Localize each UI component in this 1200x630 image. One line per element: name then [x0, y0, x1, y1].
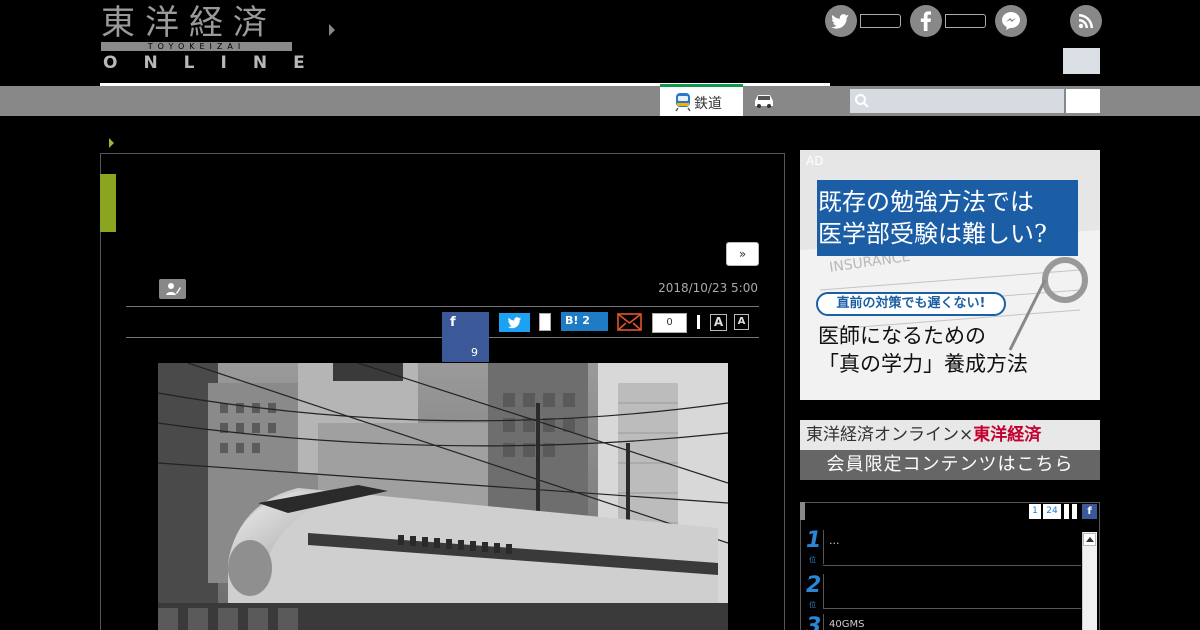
facebook-icon[interactable] [910, 5, 942, 37]
facebook-share-count: 9 [471, 346, 478, 359]
author-icon[interactable] [159, 279, 186, 299]
car-icon[interactable] [752, 92, 776, 108]
title-accent-bar [100, 174, 116, 232]
rss-icon[interactable] [1070, 5, 1102, 37]
separator [697, 315, 700, 329]
tab-railway[interactable]: 鉄道 [660, 84, 743, 116]
site-logo[interactable]: 東洋経済 TOYOKEIZAI ONLINE [101, 3, 305, 72]
members-banner[interactable]: 東洋経済オンライン×東洋経済 会員限定コンテンツはこちら [800, 420, 1100, 480]
divider [126, 306, 759, 307]
ranking-facebook-icon[interactable]: f [1082, 504, 1097, 519]
logo-online: ONLINE [103, 53, 331, 73]
rank-item-title[interactable]: 40GMS [829, 619, 864, 630]
ad-tagline-line1: 医師になるための [818, 324, 986, 348]
rank-number: 2 [806, 573, 822, 598]
mail-icon[interactable] [617, 313, 642, 331]
twitter-share-count [539, 313, 551, 331]
scrollbar[interactable] [1082, 532, 1097, 630]
members-prefix: 東洋経済オンライン× [806, 425, 974, 445]
members-brand: 東洋経済 [973, 425, 1042, 445]
font-size-small-button[interactable]: A [734, 314, 749, 330]
login-button[interactable] [1063, 48, 1100, 74]
ranking-widget [800, 502, 1100, 630]
facebook-count [945, 14, 986, 28]
rank-divider [823, 614, 824, 630]
publish-date: 2018/10/23 5:00 [658, 281, 758, 295]
logo-kanji: 東洋経済 [101, 3, 277, 43]
breadcrumb-arrow-icon [109, 138, 114, 148]
twitter-share-icon [508, 317, 521, 329]
chevron-right-icon[interactable] [329, 24, 335, 36]
ad-headline-line1: 既存の勉強方法では [818, 188, 1034, 216]
search-input[interactable] [850, 89, 1064, 113]
ad-label: AD [806, 154, 824, 168]
members-banner-line1: 東洋経済オンライン×東洋経済 [800, 420, 1100, 450]
ad-tagline-line2: 「真の学力」養成方法 [818, 352, 1028, 376]
ranking-header-bar [800, 502, 805, 520]
twitter-icon[interactable] [825, 5, 857, 37]
rank-suffix: 位 [809, 556, 816, 564]
scroll-up-button[interactable] [1083, 533, 1096, 546]
comment-count[interactable]: 0 [652, 313, 687, 333]
ranking-tab-1h[interactable]: 1 [1029, 504, 1041, 519]
ranking-tab[interactable] [1064, 504, 1069, 519]
facebook-share-icon: f [450, 315, 456, 330]
rank-number: 3 [806, 614, 822, 630]
next-page-button[interactable]: » [726, 242, 759, 266]
logo-band: TOYOKEIZAI [101, 42, 292, 51]
rank-item-title[interactable]: ... [829, 534, 840, 547]
twitter-count [860, 14, 901, 28]
hatena-bookmark-button[interactable]: B! 2 [561, 312, 608, 331]
article-photo [158, 363, 728, 630]
twitter-share-button[interactable] [499, 313, 530, 332]
rank-number: 1 [806, 528, 822, 553]
font-size-large-button[interactable]: A [710, 314, 727, 331]
search-button[interactable] [1066, 89, 1100, 113]
messenger-icon[interactable] [995, 5, 1027, 37]
ranking-tab[interactable] [1072, 504, 1077, 519]
tab-railway-label: 鉄道 [694, 96, 722, 112]
hatena-bookmark-label: B! 2 [565, 314, 590, 327]
ad-headline-line2: 医学部受験は難しい? [818, 220, 1047, 248]
members-banner-line2: 会員限定コンテンツはこちら [800, 450, 1100, 480]
facebook-share-button[interactable]: f 9 [442, 312, 489, 362]
train-icon [675, 93, 691, 112]
ad-pill: 直前の対策でも遅くない! [816, 292, 1006, 316]
divider [823, 565, 1081, 566]
ad-headline: 既存の勉強方法では 医学部受験は難しい? [818, 186, 1047, 250]
rank-suffix: 位 [809, 601, 816, 609]
ad-tagline: 医師になるための 「真の学力」養成方法 [818, 322, 1028, 378]
rank-divider [823, 574, 824, 608]
rank-divider [823, 530, 824, 564]
search-icon [855, 94, 869, 108]
ranking-tab-24h[interactable]: 24 [1043, 504, 1061, 519]
divider [823, 608, 1081, 609]
